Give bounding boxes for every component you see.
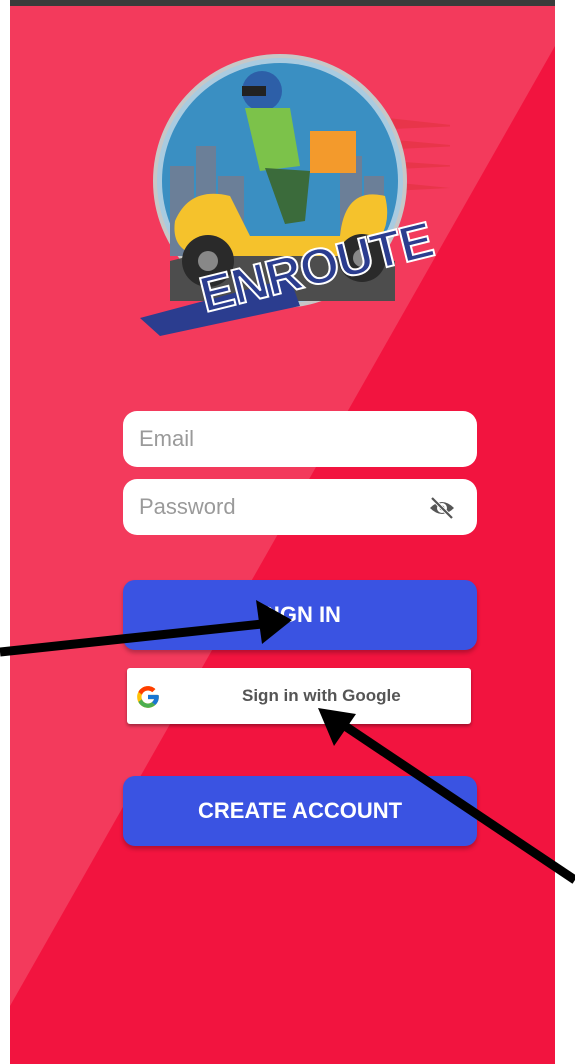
sign-in-button[interactable]: SIGN IN <box>123 580 477 650</box>
app-logo: ENROUTE <box>130 46 460 336</box>
google-g-icon <box>137 686 159 708</box>
create-account-button[interactable]: CREATE ACCOUNT <box>123 776 477 846</box>
screenshot-frame: ENROUTE SIGN IN Sign in with Google <box>0 0 575 1064</box>
app-screen: ENROUTE SIGN IN Sign in with Google <box>10 6 555 1064</box>
email-field[interactable] <box>123 411 477 467</box>
create-account-label: CREATE ACCOUNT <box>197 798 403 823</box>
google-sign-in-button[interactable]: Sign in with Google <box>127 668 471 724</box>
eye-off-icon[interactable] <box>428 496 456 520</box>
google-sign-in-label: Sign in with Google <box>242 686 401 705</box>
password-field[interactable] <box>123 479 477 535</box>
sign-in-label: SIGN IN <box>259 602 341 627</box>
